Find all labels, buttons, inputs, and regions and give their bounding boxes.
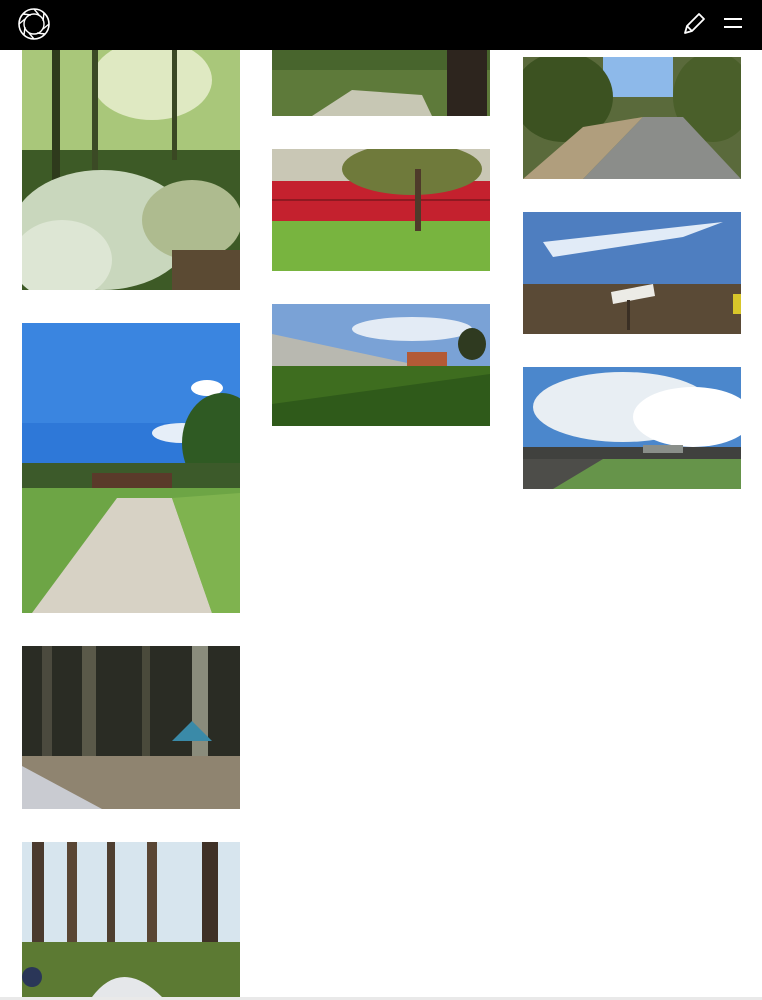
photo-retaining-wall[interactable] (272, 304, 490, 426)
photo-forest-path[interactable] (22, 50, 240, 290)
photo-cloudy-highway[interactable] (523, 367, 741, 489)
photo-campsite-through-tent[interactable] (22, 646, 240, 809)
hamburger-menu-icon[interactable] (720, 10, 748, 38)
pencil-icon[interactable] (680, 10, 708, 38)
photo-tree-red-wall[interactable] (272, 149, 490, 271)
photo-gallery-grid (0, 0, 762, 1000)
photo-field-sign[interactable] (523, 212, 741, 334)
photo-creek-bed[interactable] (272, 50, 490, 116)
top-navigation-bar (0, 0, 762, 50)
photo-gravel-trail[interactable] (22, 323, 240, 613)
photo-river-trees[interactable] (523, 57, 741, 179)
aperture-logo-icon[interactable] (17, 7, 51, 41)
photo-pine-forest-tent[interactable] (22, 842, 240, 997)
